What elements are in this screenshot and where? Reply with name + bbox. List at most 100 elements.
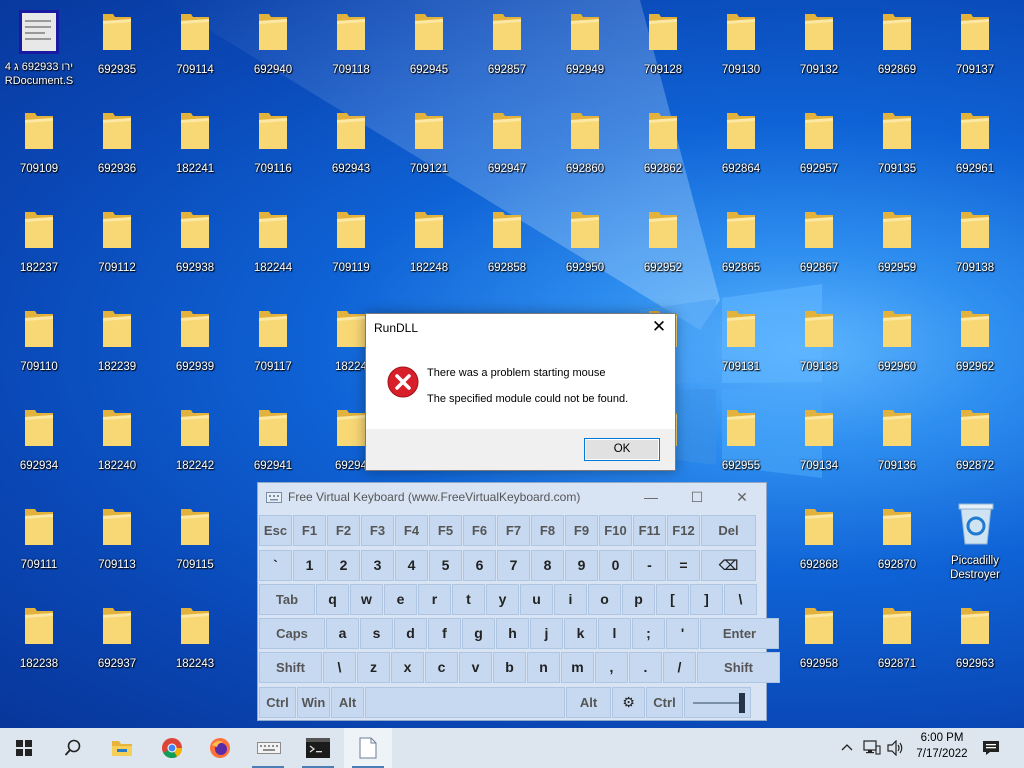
key-shift[interactable]: Shift — [259, 652, 322, 683]
desktop-folder-icon[interactable]: 709114 — [156, 8, 234, 104]
key-enter[interactable]: Enter — [700, 618, 779, 649]
desktop-folder-icon[interactable]: 692872 — [936, 404, 1014, 500]
action-center-button[interactable] — [976, 728, 1006, 768]
key-x[interactable]: x — [391, 652, 424, 683]
key-symbol[interactable]: . — [629, 652, 662, 683]
desktop-folder-icon[interactable]: 692962 — [936, 305, 1014, 401]
desktop-folder-icon[interactable]: 709130 — [702, 8, 780, 104]
desktop-folder-icon[interactable]: 709133 — [780, 305, 858, 401]
desktop-folder-icon[interactable]: 182248 — [390, 206, 468, 302]
clock-time[interactable]: 6:00 PM — [918, 732, 966, 744]
key-d[interactable]: d — [394, 618, 427, 649]
desktop-folder-icon[interactable]: 709109 — [0, 107, 78, 203]
key-m[interactable]: m — [561, 652, 594, 683]
desktop-folder-icon[interactable]: 709121 — [390, 107, 468, 203]
key-caps[interactable]: Caps — [259, 618, 325, 649]
key-i[interactable]: i — [554, 584, 587, 615]
backspace-key[interactable]: ⌫ — [701, 550, 756, 581]
clock-date[interactable]: 7/17/2022 — [913, 748, 971, 760]
key-symbol[interactable]: \ — [724, 584, 757, 615]
desktop-folder-icon[interactable]: 709111 — [0, 503, 78, 599]
key-esc[interactable]: Esc — [259, 515, 292, 546]
file-explorer-button[interactable] — [98, 728, 146, 768]
key-9[interactable]: 9 — [565, 550, 598, 581]
desktop-folder-icon[interactable]: 692939 — [156, 305, 234, 401]
desktop-folder-icon[interactable]: 182244 — [234, 206, 312, 302]
key-0[interactable]: 0 — [599, 550, 632, 581]
desktop-folder-icon[interactable]: 692952 — [624, 206, 702, 302]
keyboard-taskbar-button[interactable] — [244, 728, 292, 768]
key-symbol[interactable]: ] — [690, 584, 723, 615]
key-symbol[interactable]: \ — [323, 652, 356, 683]
key-del[interactable]: Del — [701, 515, 756, 546]
desktop-folder-icon[interactable]: 709113 — [78, 503, 156, 599]
key-f6[interactable]: F6 — [463, 515, 496, 546]
desktop-folder-icon[interactable]: 692864 — [702, 107, 780, 203]
key-7[interactable]: 7 — [497, 550, 530, 581]
key-f12[interactable]: F12 — [667, 515, 700, 546]
desktop-icon-recycle-bin[interactable]: Piccadilly Destroyer — [936, 500, 1014, 596]
desktop-folder-icon[interactable]: 692868 — [780, 503, 858, 599]
firefox-button[interactable] — [196, 728, 244, 768]
desktop-folder-icon[interactable]: 692934 — [0, 404, 78, 500]
desktop-folder-icon[interactable]: 692963 — [936, 602, 1014, 698]
desktop-folder-icon[interactable]: 182237 — [0, 206, 78, 302]
key-symbol[interactable]: [ — [656, 584, 689, 615]
key-alt[interactable]: Alt — [566, 687, 611, 718]
key-symbol[interactable]: ' — [666, 618, 699, 649]
key-alt[interactable]: Alt — [331, 687, 364, 718]
desktop-folder-icon[interactable]: 182242 — [156, 404, 234, 500]
key-y[interactable]: y — [486, 584, 519, 615]
desktop-folder-icon[interactable]: 692857 — [468, 8, 546, 104]
desktop-folder-icon[interactable]: 709115 — [156, 503, 234, 599]
desktop-folder-icon[interactable]: 709137 — [936, 8, 1014, 104]
key-f8[interactable]: F8 — [531, 515, 564, 546]
key-b[interactable]: b — [493, 652, 526, 683]
desktop-folder-icon[interactable]: 182240 — [78, 404, 156, 500]
desktop-folder-icon[interactable]: 692947 — [468, 107, 546, 203]
ok-button[interactable]: OK — [584, 438, 660, 461]
search-button[interactable] — [48, 728, 96, 768]
key-f7[interactable]: F7 — [497, 515, 530, 546]
desktop-folder-icon[interactable]: 692940 — [234, 8, 312, 104]
show-hidden-icons-button[interactable] — [836, 728, 858, 768]
key-f11[interactable]: F11 — [633, 515, 666, 546]
key-shift[interactable]: Shift — [697, 652, 780, 683]
key-2[interactable]: 2 — [327, 550, 360, 581]
key-n[interactable]: n — [527, 652, 560, 683]
key-g[interactable]: g — [462, 618, 495, 649]
key-f1[interactable]: F1 — [293, 515, 326, 546]
key-p[interactable]: p — [622, 584, 655, 615]
key-q[interactable]: q — [316, 584, 349, 615]
key-z[interactable]: z — [357, 652, 390, 683]
settings-gear-key[interactable]: ⚙ — [612, 687, 645, 718]
desktop-icon-rdocument[interactable]: ירו 692933 ג 4 RDocument.S — [0, 8, 78, 104]
desktop-folder-icon[interactable]: 709117 — [234, 305, 312, 401]
key-symbol[interactable]: , — [595, 652, 628, 683]
space-key[interactable] — [365, 687, 565, 718]
desktop-folder-icon[interactable]: 692943 — [312, 107, 390, 203]
desktop-folder-icon[interactable]: 692936 — [78, 107, 156, 203]
start-button[interactable] — [0, 728, 48, 768]
desktop-folder-icon[interactable]: 709135 — [858, 107, 936, 203]
volume-button[interactable] — [884, 728, 908, 768]
key-f[interactable]: f — [428, 618, 461, 649]
key-symbol[interactable]: / — [663, 652, 696, 683]
desktop-folder-icon[interactable]: 692860 — [546, 107, 624, 203]
key-5[interactable]: 5 — [429, 550, 462, 581]
key-u[interactable]: u — [520, 584, 553, 615]
desktop-folder-icon[interactable]: 709131 — [702, 305, 780, 401]
dialog-close-button[interactable]: ✕ — [647, 316, 671, 338]
desktop-folder-icon[interactable]: 709116 — [234, 107, 312, 203]
key-tab[interactable]: Tab — [259, 584, 315, 615]
desktop-folder-icon[interactable]: 692949 — [546, 8, 624, 104]
terminal-button[interactable] — [294, 728, 342, 768]
desktop-folder-icon[interactable]: 692871 — [858, 602, 936, 698]
key-4[interactable]: 4 — [395, 550, 428, 581]
desktop-folder-icon[interactable]: 709112 — [78, 206, 156, 302]
desktop-folder-icon[interactable]: 692869 — [858, 8, 936, 104]
desktop-folder-icon[interactable]: 692959 — [858, 206, 936, 302]
desktop-folder-icon[interactable]: 709136 — [858, 404, 936, 500]
key-o[interactable]: o — [588, 584, 621, 615]
key-j[interactable]: j — [530, 618, 563, 649]
